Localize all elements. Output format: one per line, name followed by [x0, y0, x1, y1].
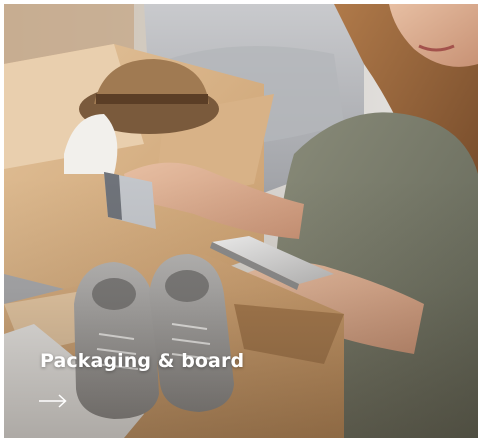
card-image-overlay [4, 4, 478, 438]
card-title: Packaging & board [40, 350, 245, 372]
category-card-packaging-board[interactable]: Packaging & board [4, 4, 478, 438]
arrow-right-icon[interactable] [38, 393, 68, 409]
